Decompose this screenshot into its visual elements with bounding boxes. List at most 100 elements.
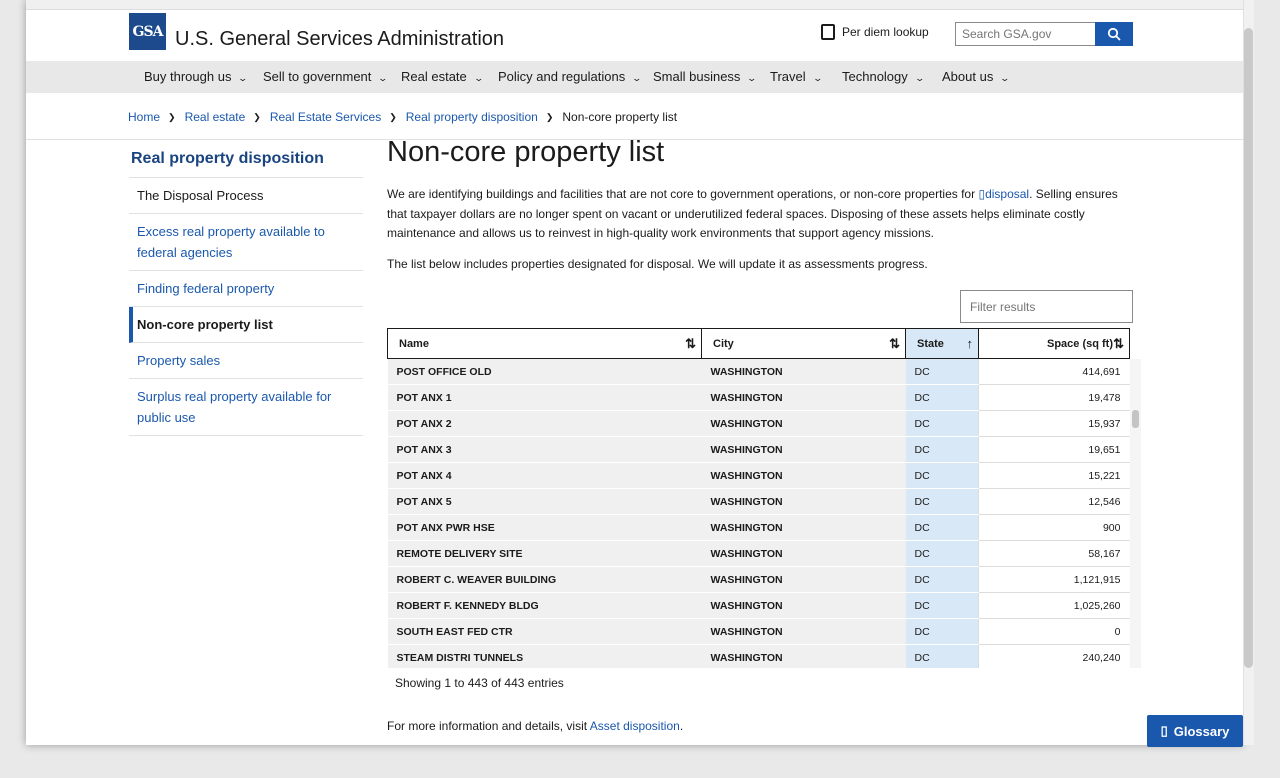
cell-space: 58,167 <box>978 540 1130 567</box>
table-row: Remote Delivery Site Washington DC 58,167 <box>387 540 1130 567</box>
chevron-down-icon: ⌄ <box>631 73 643 83</box>
cell-state: DC <box>905 384 979 411</box>
page-frame: GSA U.S. General Services Administration… <box>26 0 1243 745</box>
cell-city: Washington <box>701 410 906 437</box>
breadcrumb-real-estate-services[interactable]: Real Estate Services <box>270 110 381 124</box>
sidebar-item-disposal-process[interactable]: The Disposal Process <box>129 178 363 214</box>
cell-city: Washington <box>701 358 906 385</box>
table-row: Robert C. Weaver Building Washington DC 1,1… <box>387 566 1130 593</box>
sidebar-item-property-sales[interactable]: Property sales <box>129 343 363 379</box>
header-label: City <box>713 337 734 350</box>
cell-space: 19,651 <box>978 436 1130 463</box>
nav-label: Sell to government <box>263 69 372 84</box>
nav-buy-through-us[interactable]: Buy through us ⌄ <box>144 61 249 93</box>
cell-name: Pot Anx 3 <box>387 436 702 463</box>
sidebar-item-finding-federal-property[interactable]: Finding federal property <box>129 271 363 307</box>
intro-text-before: We are identifying buildings and facilit… <box>387 187 979 201</box>
table-row: Robert F. Kennedy Bldg Washington DC 1,025,… <box>387 592 1130 619</box>
main-nav: Buy through us ⌄ Sell to government ⌄ Real… <box>26 61 1243 93</box>
cell-name: Robert F. Kennedy Bldg <box>387 592 702 619</box>
nav-about-us[interactable]: About us ⌄ <box>942 61 1010 93</box>
nav-label: Buy through us <box>144 69 232 84</box>
cell-city: Washington <box>701 436 906 463</box>
more-info-text: For more information and details, visit <box>387 719 590 733</box>
per-diem-link[interactable]: Per diem lookup <box>821 24 929 40</box>
table-row: Pot Anx 1 Washington DC 19,478 <box>387 384 1130 411</box>
cell-city: Washington <box>701 644 906 668</box>
chevron-right-icon: ❯ <box>168 111 176 122</box>
cell-state: DC <box>905 358 979 385</box>
column-header-space[interactable]: Space (sq ft) ⇅ <box>978 328 1130 359</box>
glossary-term-label: disposal <box>985 187 1030 201</box>
property-table: Name ⇅ City ⇅ State ↑ Space (sq ft) ⇅ Post O… <box>387 328 1130 668</box>
table-row: Post Office Old Washington DC 414,691 <box>387 358 1130 385</box>
table-scrollbar-thumb[interactable] <box>1132 410 1139 428</box>
cell-city: Washington <box>701 514 906 541</box>
page-scrollbar-thumb[interactable] <box>1244 28 1253 668</box>
nav-technology[interactable]: Technology ⌄ <box>842 61 925 93</box>
breadcrumb-home[interactable]: Home <box>128 110 160 124</box>
column-header-city[interactable]: City ⇅ <box>701 328 906 359</box>
chevron-down-icon: ⌄ <box>377 73 389 83</box>
chevron-right-icon: ❯ <box>253 111 261 122</box>
cell-city: Washington <box>701 384 906 411</box>
nav-policy-and-regulations[interactable]: Policy and regulations ⌄ <box>498 61 643 93</box>
chevron-down-icon: ⌄ <box>914 73 925 83</box>
breadcrumb-real-estate[interactable]: Real estate <box>185 110 246 124</box>
agency-name[interactable]: U.S. General Services Administration <box>175 28 504 51</box>
header-label: Space (sq ft) <box>1046 337 1113 350</box>
sort-icon: ⇅ <box>1113 336 1124 351</box>
cell-city: Washington <box>701 566 906 593</box>
cell-space: 0 <box>978 618 1130 645</box>
book-icon <box>821 24 835 40</box>
gsa-logo[interactable]: GSA <box>129 13 166 50</box>
cell-state: DC <box>905 436 979 463</box>
cell-state: DC <box>905 514 979 541</box>
entries-info: Showing 1 to 443 of 443 entries <box>395 676 564 690</box>
cell-space: 19,478 <box>978 384 1130 411</box>
cell-state: DC <box>905 592 979 619</box>
cell-name: Remote Delivery Site <box>387 540 702 567</box>
nav-real-estate[interactable]: Real estate ⌄ <box>401 61 484 93</box>
cell-name: Steam Distri Tunnels <box>387 644 702 668</box>
cell-state: DC <box>905 410 979 437</box>
glossary-button[interactable]: ▯ Glossary <box>1147 715 1243 747</box>
cell-space: 414,691 <box>978 358 1130 385</box>
sidebar-title[interactable]: Real property disposition <box>129 140 363 178</box>
top-strip <box>26 0 1243 10</box>
chevron-down-icon: ⌄ <box>237 73 249 83</box>
asset-disposition-link[interactable]: Asset disposition <box>590 719 680 733</box>
sidebar-item-excess-real-property[interactable]: Excess real property available to federa… <box>129 214 363 271</box>
nav-sell-to-government[interactable]: Sell to government ⌄ <box>263 61 389 93</box>
sort-ascending-icon: ↑ <box>966 336 974 351</box>
glossary-button-label: Glossary <box>1173 723 1230 739</box>
nav-travel[interactable]: Travel ⌄ <box>770 61 823 93</box>
breadcrumb: Home ❯ Real estate ❯ Real Estate Services ❯… <box>128 110 677 124</box>
cell-space: 15,937 <box>978 410 1130 437</box>
glossary-term-disposal[interactable]: ▯disposal <box>978 187 1029 201</box>
cell-name: Robert C. Weaver Building <box>387 566 702 593</box>
sort-icon: ⇅ <box>889 336 900 351</box>
chevron-down-icon: ⌄ <box>746 73 758 83</box>
table-row: Pot Anx 2 Washington DC 15,937 <box>387 410 1130 437</box>
table-scrollbar[interactable] <box>1130 359 1141 668</box>
cell-space: 240,240 <box>978 644 1130 668</box>
cell-space: 900 <box>978 514 1130 541</box>
filter-input[interactable] <box>960 290 1133 323</box>
sidebar-item-non-core-property-list[interactable]: Non-core property list <box>129 307 363 343</box>
table-row: Pot Anx 5 Washington DC 12,546 <box>387 488 1130 515</box>
cell-name: Pot Anx Pwr Hse <box>387 514 702 541</box>
header-label: Name <box>399 337 429 350</box>
nav-small-business[interactable]: Small business ⌄ <box>653 61 758 93</box>
breadcrumb-real-property-disposition[interactable]: Real property disposition <box>406 110 538 124</box>
table-row: South East Fed Ctr Washington DC 0 <box>387 618 1130 645</box>
more-info: For more information and details, visit … <box>387 719 683 733</box>
sort-icon: ⇅ <box>685 336 696 351</box>
sidebar-item-surplus-real-property[interactable]: Surplus real property available for publ… <box>129 379 363 436</box>
cell-city: Washington <box>701 488 906 515</box>
chevron-down-icon: ⌄ <box>812 73 823 83</box>
nav-label: Technology <box>842 69 908 84</box>
column-header-state[interactable]: State ↑ <box>905 328 979 359</box>
search-button[interactable] <box>1095 22 1133 46</box>
column-header-name[interactable]: Name ⇅ <box>387 328 702 359</box>
